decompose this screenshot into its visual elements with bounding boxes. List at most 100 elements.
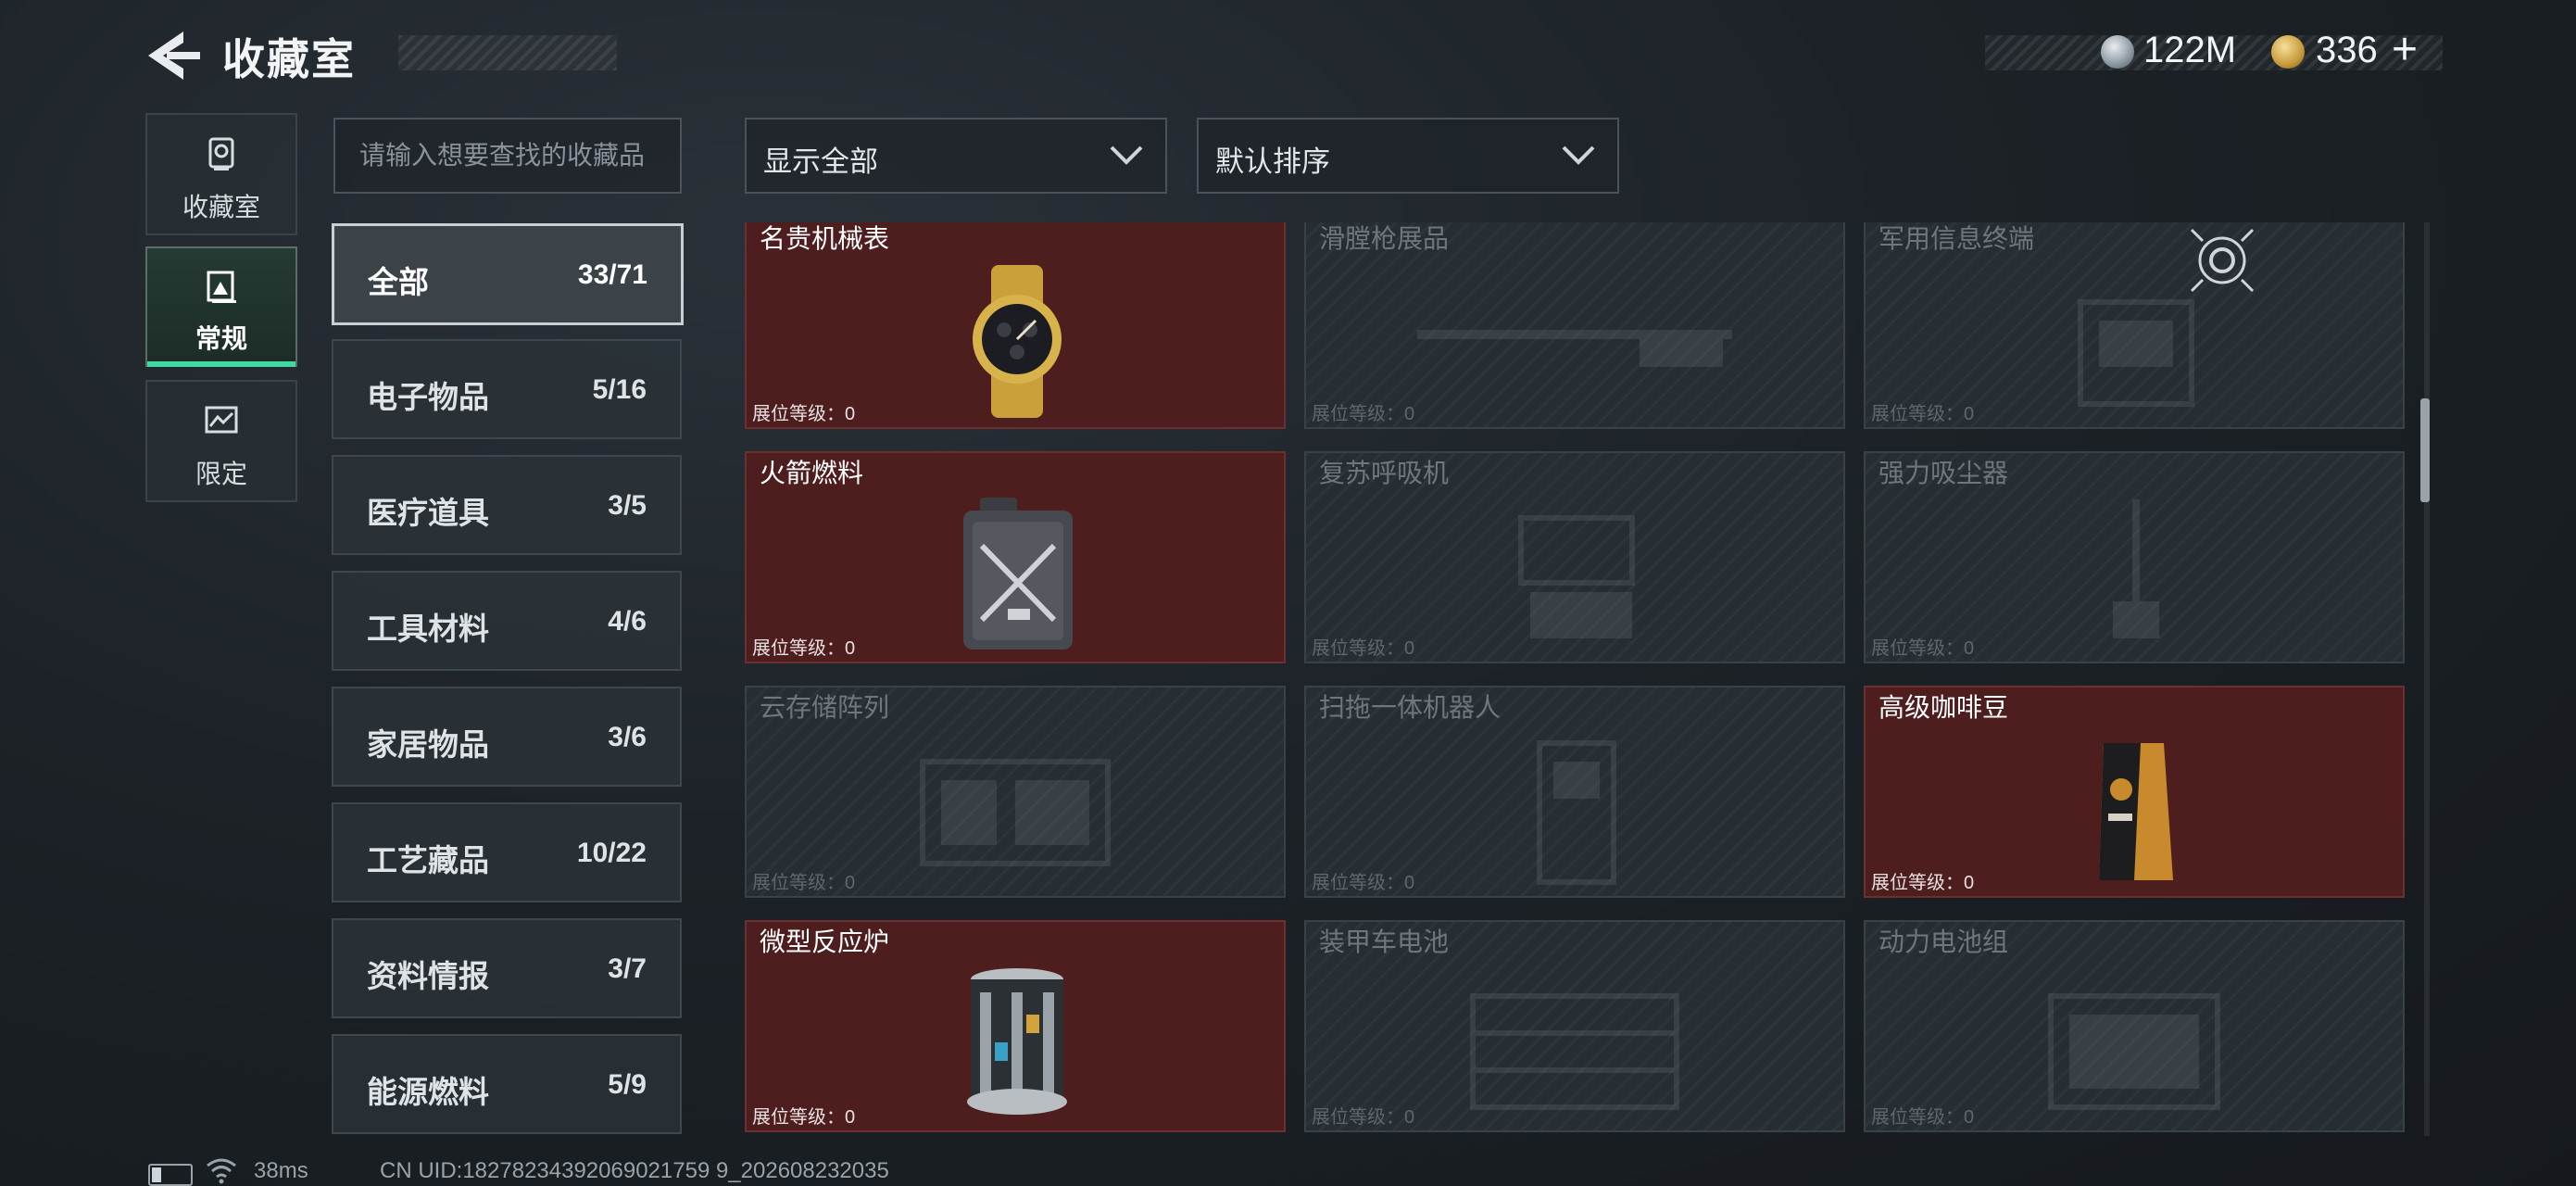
ping-readout: 38ms <box>254 1158 308 1183</box>
nav-tab-label: 限定 <box>195 460 247 488</box>
nav-tab-label: 常规 <box>195 324 247 353</box>
nav-tab-limited[interactable]: 限定 <box>145 380 297 502</box>
category-name: 工具材料 <box>367 612 489 646</box>
category-name: 资料情报 <box>367 959 489 993</box>
gold-coin-icon <box>2271 35 2305 69</box>
booth-level: 展位等级：0 <box>1312 1107 1415 1128</box>
collection-card[interactable]: 云存储阵列 展位等级：0 <box>745 686 1286 898</box>
item-name: 火箭燃料 <box>760 459 864 487</box>
collection-card[interactable]: 滑膛枪展品 展位等级：0 <box>1304 222 1845 429</box>
category-household[interactable]: 家居物品 3/6 <box>332 687 682 787</box>
collection-card[interactable]: 扫拖一体机器人 展位等级：0 <box>1304 686 1845 898</box>
chevron-down-icon <box>1562 145 1595 165</box>
booth-level: 展位等级：0 <box>752 404 856 424</box>
item-name: 微型反应炉 <box>760 927 890 956</box>
currency-gold-amount: 336 <box>2316 30 2378 70</box>
item-name: 动力电池组 <box>1879 927 2009 956</box>
terminal-icon <box>2078 299 2194 407</box>
active-tab-indicator <box>147 361 295 367</box>
collection-card[interactable]: 名贵机械表 展位等级：0 <box>745 222 1286 429</box>
currency-silver-amount: 122M <box>2143 30 2237 70</box>
battery-icon <box>148 1164 193 1186</box>
chevron-down-icon <box>1110 145 1143 165</box>
trophy-icon <box>208 137 234 170</box>
collection-card[interactable]: 高级咖啡豆 展位等级：0 <box>1864 686 2405 898</box>
booth-level: 展位等级：0 <box>752 638 856 659</box>
booth-level: 展位等级：0 <box>1312 638 1415 659</box>
sort-dropdown[interactable]: 默认排序 <box>1197 118 1619 194</box>
robot-vacuum-icon <box>1537 740 1616 885</box>
nav-tab-regular[interactable]: 常规 <box>145 246 297 367</box>
reactor-icon <box>967 968 1067 1115</box>
item-name: 强力吸尘器 <box>1879 459 2009 487</box>
category-count: 3/6 <box>608 722 647 752</box>
item-name: 军用信息终端 <box>1879 224 2035 253</box>
limited-icon <box>205 406 238 434</box>
grid-scrollbar-thumb[interactable] <box>2420 398 2430 502</box>
category-name: 家居物品 <box>367 727 489 762</box>
category-name: 电子物品 <box>367 380 489 414</box>
collection-card[interactable]: 强力吸尘器 展位等级：0 <box>1864 451 2405 663</box>
title-decoration <box>398 35 617 70</box>
fuel-can-icon <box>963 498 1073 650</box>
add-currency-button[interactable]: + <box>2392 24 2418 75</box>
item-name: 高级咖啡豆 <box>1879 693 2009 722</box>
category-intel[interactable]: 资料情报 3/7 <box>332 918 682 1018</box>
grid-scrollbar[interactable] <box>2424 222 2430 1136</box>
gallery-icon <box>207 271 236 303</box>
category-medical[interactable]: 医疗道具 3/5 <box>332 455 682 555</box>
category-electronics[interactable]: 电子物品 5/16 <box>332 339 682 439</box>
collection-card[interactable]: 装甲车电池 展位等级：0 <box>1304 920 1845 1132</box>
booth-level: 展位等级：0 <box>1871 638 1975 659</box>
category-name: 全部 <box>368 265 429 299</box>
wifi-icon <box>207 1158 236 1184</box>
ventilator-icon <box>1518 515 1635 638</box>
battery-icon <box>1470 993 1679 1110</box>
storage-array-icon <box>920 759 1111 866</box>
item-name: 名贵机械表 <box>760 224 890 253</box>
category-count: 10/22 <box>576 838 647 868</box>
coffee-bag-icon <box>2099 743 2173 880</box>
watch-icon <box>973 265 1062 418</box>
category-name: 医疗道具 <box>367 496 489 530</box>
collection-grid: 名贵机械表 展位等级：0 滑膛枪展品 展位等级：0 军用信息终端 展位等级：0 … <box>741 222 2408 1138</box>
collection-card[interactable]: 动力电池组 展位等级：0 <box>1864 920 2405 1132</box>
category-count: 33/71 <box>577 259 647 290</box>
search-input[interactable] <box>335 120 680 192</box>
scan-target-icon[interactable] <box>2190 228 2255 293</box>
sort-dropdown-value: 默认排序 <box>1215 145 1330 178</box>
booth-level: 展位等级：0 <box>752 1107 856 1128</box>
booth-level: 展位等级：0 <box>1871 873 1975 893</box>
category-all[interactable]: 全部 33/71 <box>332 223 684 325</box>
collection-card[interactable]: 火箭燃料 展位等级：0 <box>745 451 1286 663</box>
item-name: 滑膛枪展品 <box>1319 224 1450 253</box>
collection-card[interactable]: 微型反应炉 展位等级：0 <box>745 920 1286 1132</box>
booth-level: 展位等级：0 <box>1312 404 1415 424</box>
category-name: 能源燃料 <box>367 1075 489 1109</box>
search-box[interactable] <box>333 118 682 194</box>
item-name: 云存储阵列 <box>760 693 890 722</box>
back-arrow-icon[interactable] <box>139 28 204 83</box>
nav-tab-label: 收藏室 <box>182 193 260 221</box>
collection-card[interactable]: 军用信息终端 展位等级：0 <box>1864 222 2405 429</box>
filter-dropdown[interactable]: 显示全部 <box>745 118 1167 194</box>
booth-level: 展位等级：0 <box>1312 873 1415 893</box>
item-name: 扫拖一体机器人 <box>1319 693 1502 722</box>
booth-level: 展位等级：0 <box>1871 1107 1975 1128</box>
battery-pack-icon <box>2048 993 2220 1110</box>
booth-level: 展位等级：0 <box>752 873 856 893</box>
category-count: 3/5 <box>608 490 647 521</box>
category-tools[interactable]: 工具材料 4/6 <box>332 571 682 671</box>
booth-level: 展位等级：0 <box>1871 404 1975 424</box>
page-title: 收藏室 <box>222 35 356 83</box>
category-crafts[interactable]: 工艺藏品 10/22 <box>332 802 682 902</box>
musket-icon <box>1417 330 1732 367</box>
silver-coin-icon <box>2101 35 2134 69</box>
collection-card[interactable]: 复苏呼吸机 展位等级：0 <box>1304 451 1845 663</box>
nav-tab-collection[interactable]: 收藏室 <box>145 113 297 235</box>
item-name: 装甲车电池 <box>1319 927 1450 956</box>
category-count: 5/16 <box>592 374 647 405</box>
user-uid: CN UID:18278234392069021759 9_2026082320… <box>380 1158 889 1183</box>
category-energy[interactable]: 能源燃料 5/9 <box>332 1034 682 1134</box>
category-name: 工艺藏品 <box>367 843 489 877</box>
